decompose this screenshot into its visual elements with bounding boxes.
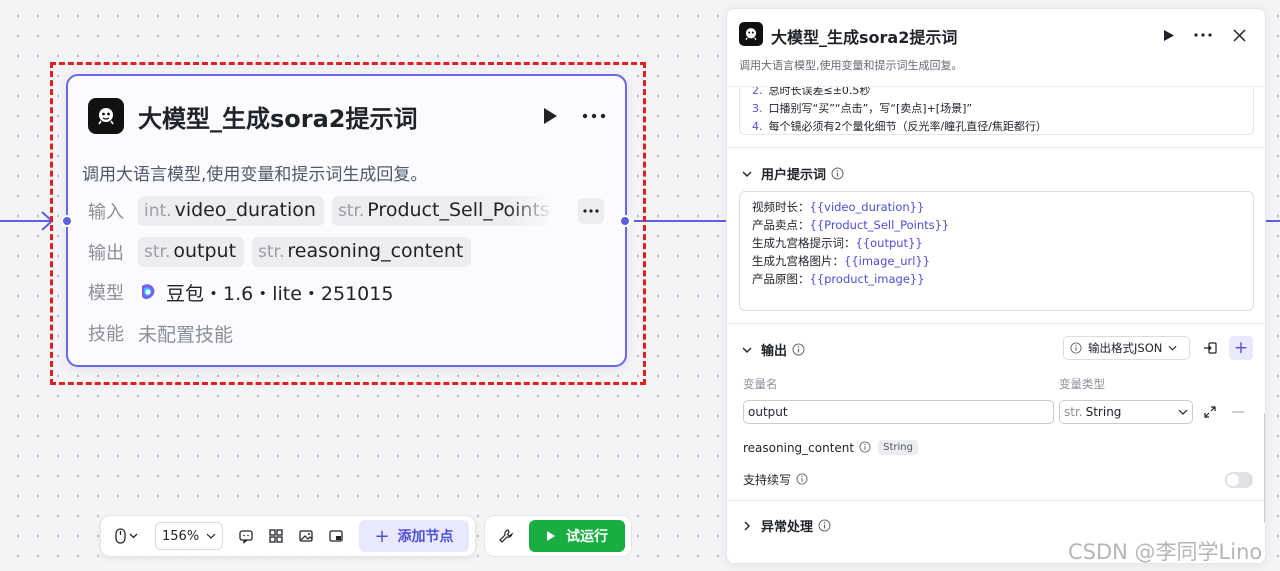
- system-prompt-line: 3. 口播别写“买”“点击”，写“[卖点]+[场景]”: [752, 102, 973, 115]
- info-icon[interactable]: [831, 167, 844, 180]
- chevron-down-icon: [1178, 409, 1188, 415]
- panel-scrollbar[interactable]: [1264, 413, 1265, 523]
- info-icon[interactable]: [859, 441, 872, 454]
- skill-value: 未配置技能: [138, 323, 234, 346]
- doubao-logo-icon: [138, 282, 158, 302]
- output-var-name-input[interactable]: output: [743, 400, 1054, 424]
- play-icon[interactable]: [1157, 23, 1181, 47]
- continue-writing-row: 支持续写: [743, 471, 809, 488]
- expand-icon[interactable]: [1198, 400, 1222, 424]
- node-description: 调用大语言模型,使用变量和提示词生成回复。: [82, 165, 428, 185]
- input-row: 输入 int. video_duration str. Product_Sell_P…: [88, 195, 604, 227]
- chevron-down-icon: [1168, 345, 1177, 351]
- model-row: 模型 豆包・1.6・lite・251015: [88, 276, 393, 308]
- output-row: 输出 str. output str. reasoning_content: [88, 236, 479, 268]
- chevron-down-icon: [739, 166, 755, 182]
- connection-edge-out: [634, 220, 734, 222]
- node-config-panel: 大模型_生成sora2提示词 调用大语言模型,使用变量和提示词生成回复。 2. 总…: [726, 8, 1266, 564]
- reasoning-content-name: reasoning_content: [743, 440, 855, 455]
- output-title: 输出: [761, 344, 788, 359]
- user-prompt-line: 生成九宫格提示词：{{output}}: [752, 236, 923, 250]
- user-prompt-section-header[interactable]: 用户提示词: [739, 164, 844, 183]
- comment-icon[interactable]: [231, 521, 261, 551]
- chevron-down-icon: [206, 533, 216, 539]
- skill-row: 技能 未配置技能: [88, 317, 233, 349]
- more-icon[interactable]: [1191, 23, 1215, 47]
- test-run-button[interactable]: 试运行: [529, 520, 625, 552]
- continue-writing-toggle[interactable]: [1225, 472, 1253, 488]
- more-inputs-icon[interactable]: [577, 198, 604, 224]
- exception-title: 异常处理: [761, 520, 814, 535]
- output-var-type-select[interactable]: str. String: [1059, 400, 1193, 424]
- info-icon[interactable]: [796, 473, 809, 486]
- user-prompt-line: 视频时长：{{video_duration}}: [752, 200, 925, 214]
- panel-header: 大模型_生成sora2提示词 调用大语言模型,使用变量和提示词生成回复。: [727, 9, 1265, 87]
- mouse-mode-icon[interactable]: [107, 521, 147, 551]
- string-type-badge: String: [878, 440, 918, 455]
- input-tag: int. video_duration: [138, 196, 324, 226]
- image-icon[interactable]: [291, 521, 321, 551]
- divider: [727, 323, 1265, 324]
- node-title: 大模型_生成sora2提示词: [138, 104, 418, 133]
- user-prompt-editor[interactable]: 视频时长：{{video_duration}} 产品卖点：{{Product_S…: [739, 191, 1254, 311]
- col-var-type: 变量类型: [1059, 377, 1105, 391]
- output-tag: str. output: [138, 237, 245, 267]
- plus-icon: +: [374, 525, 390, 547]
- input-port[interactable]: [61, 215, 73, 227]
- user-prompt-title: 用户提示词: [761, 168, 827, 183]
- output-port[interactable]: [619, 215, 631, 227]
- info-icon: [1070, 341, 1083, 355]
- add-output-button[interactable]: +: [1229, 336, 1253, 360]
- info-icon[interactable]: [792, 343, 805, 356]
- llm-node-card[interactable]: 大模型_生成sora2提示词 调用大语言模型,使用变量和提示词生成回复。 输入 …: [66, 74, 627, 367]
- close-icon[interactable]: [1227, 23, 1251, 47]
- canvas-toolbar: 156% + 添加节点: [100, 515, 476, 557]
- user-prompt-line: 产品原图：{{product_image}}: [752, 272, 925, 286]
- chevron-down-icon: [739, 342, 755, 358]
- model-name: 豆包・1.6・lite・251015: [166, 282, 394, 305]
- col-var-name: 变量名: [743, 377, 778, 391]
- output-format-select[interactable]: 输出格式JSON: [1063, 336, 1190, 360]
- chevron-right-icon: [739, 518, 755, 534]
- test-run-label: 试运行: [566, 529, 608, 545]
- zoom-value: 156%: [162, 528, 200, 544]
- add-node-button[interactable]: + 添加节点: [359, 520, 469, 552]
- skill-label: 技能: [88, 324, 124, 345]
- system-prompt-line: 4. 每个镜必须有2个量化细节（反光率/瞳孔直径/焦距都行）: [752, 120, 1047, 133]
- play-icon[interactable]: [535, 101, 565, 131]
- add-node-label: 添加节点: [397, 529, 454, 545]
- input-tag: str. Product_Sell_Points: [331, 196, 552, 226]
- remove-icon[interactable]: [1226, 400, 1250, 424]
- llm-bot-icon: [88, 98, 124, 134]
- output-tag: str. reasoning_content: [252, 237, 472, 267]
- user-prompt-line: 生成九宫格图片：{{image_url}}: [752, 254, 931, 268]
- reasoning-content-row: reasoning_content String: [743, 440, 918, 455]
- panel-description: 调用大语言模型,使用变量和提示词生成回复。: [739, 59, 963, 72]
- output-section-header[interactable]: 输出: [739, 340, 805, 359]
- node-header: 大模型_生成sora2提示词: [88, 96, 609, 136]
- import-icon[interactable]: [1198, 336, 1222, 360]
- more-icon[interactable]: [579, 101, 609, 131]
- minimap-icon[interactable]: [321, 521, 351, 551]
- llm-bot-icon: [739, 22, 763, 46]
- input-label: 输入: [88, 202, 124, 223]
- output-label: 输出: [88, 243, 124, 264]
- layout-grid-icon[interactable]: [261, 521, 291, 551]
- exception-section-header[interactable]: 异常处理: [739, 516, 831, 535]
- run-toolbar: 试运行: [484, 515, 632, 557]
- plus-icon: +: [1233, 338, 1249, 358]
- info-icon[interactable]: [818, 519, 831, 532]
- wrench-icon[interactable]: [491, 521, 521, 551]
- output-format-value: 输出格式JSON: [1088, 341, 1163, 355]
- divider: [727, 147, 1265, 148]
- user-prompt-line: 产品卖点：{{Product_Sell_Points}}: [752, 218, 950, 232]
- zoom-select[interactable]: 156%: [155, 522, 223, 550]
- watermark: CSDN @李同学Lino: [1068, 540, 1263, 564]
- divider: [727, 500, 1265, 501]
- play-icon: [547, 531, 555, 541]
- continue-writing-label: 支持续写: [743, 473, 792, 487]
- system-prompt-box[interactable]: 2. 总时长误差≤±0.5秒 3. 口播别写“买”“点击”，写“[卖点]+[场景]”…: [739, 79, 1254, 135]
- panel-title: 大模型_生成sora2提示词: [771, 28, 958, 47]
- model-label: 模型: [88, 283, 124, 304]
